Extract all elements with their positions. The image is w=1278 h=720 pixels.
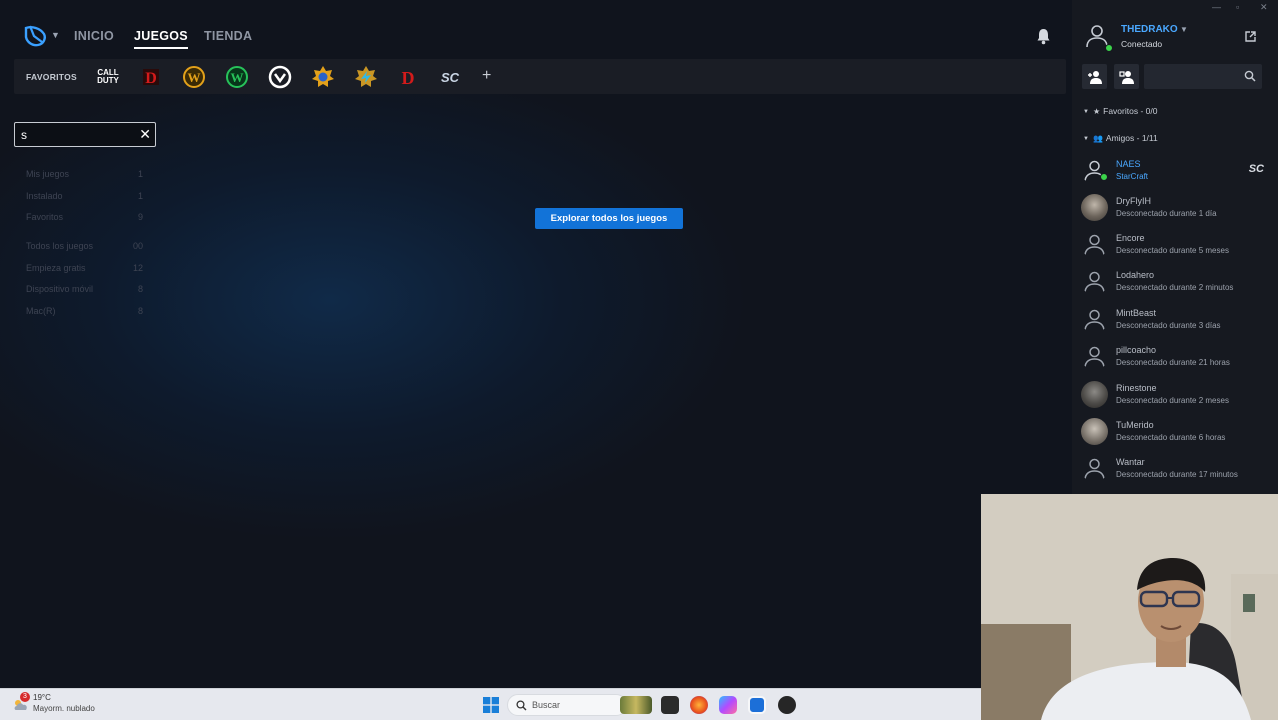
star-icon: ★	[1092, 107, 1101, 116]
fav-world-of-warcraft-icon[interactable]: W	[181, 64, 207, 90]
friend-row[interactable]: Rinestone Desconectado durante 2 meses	[1080, 378, 1270, 412]
clear-search-icon[interactable]: ✕	[139, 126, 151, 143]
tab-juegos[interactable]: JUEGOS	[134, 29, 188, 49]
filter-mac[interactable]: Mac(R) 8	[26, 306, 146, 316]
windows-start-icon[interactable]	[483, 697, 499, 713]
fav-hearthstone-icon[interactable]	[310, 64, 336, 90]
external-link-icon[interactable]	[1244, 30, 1257, 43]
favorites-label: FAVORITOS	[26, 72, 78, 82]
filter-todos-los-juegos[interactable]: Todos los juegos 00	[26, 241, 146, 251]
fav-call-of-duty-icon[interactable]: CALL DUTY	[95, 64, 121, 90]
weather-temperature: 19°C	[33, 693, 51, 702]
taskbar: 3 19°C Mayorm. nublado Buscar	[0, 688, 981, 720]
friend-search-box[interactable]	[1144, 64, 1262, 89]
game-search-input[interactable]	[21, 127, 133, 143]
taskbar-search[interactable]: Buscar	[507, 694, 627, 716]
app-taskbar-icon[interactable]	[778, 696, 796, 714]
game-search-box[interactable]: ✕	[14, 122, 156, 147]
svg-text:D: D	[145, 70, 157, 87]
close-window-icon[interactable]: ✕	[1260, 2, 1268, 13]
favorites-section[interactable]: ▼ ★ Favoritos - 0/0	[1083, 106, 1157, 116]
user-menu-chevron-icon[interactable]: ▼	[1180, 25, 1188, 34]
filter-favoritos[interactable]: Favoritos 9	[26, 212, 146, 222]
friend-photo-avatar	[1081, 194, 1108, 221]
svg-text:D: D	[402, 68, 415, 88]
copilot-icon[interactable]	[719, 696, 737, 714]
task-view-icon[interactable]	[661, 696, 679, 714]
friend-online-indicator	[1100, 173, 1108, 181]
friend-row[interactable]: TuMerido Desconectado durante 6 horas	[1080, 415, 1270, 449]
fav-wow-classic-icon[interactable]: W	[224, 64, 250, 90]
weather-alert-badge: 3	[20, 692, 30, 702]
friend-row[interactable]: Encore Desconectado durante 5 meses	[1080, 228, 1270, 262]
search-icon	[516, 700, 527, 711]
friend-avatar-icon	[1084, 234, 1105, 257]
webcam-overlay	[981, 494, 1278, 720]
add-friend-icon	[1087, 70, 1102, 84]
friend-search-input[interactable]	[1150, 69, 1240, 84]
friend-photo-avatar	[1081, 418, 1108, 445]
battlenet-logo-icon[interactable]	[22, 24, 48, 48]
collapse-triangle-icon: ▼	[1083, 109, 1089, 115]
friend-row[interactable]: Wantar Desconectado durante 17 minutos	[1080, 452, 1270, 486]
friend-row[interactable]: pillcoacho Desconectado durante 21 horas	[1080, 340, 1270, 374]
maximize-icon[interactable]: ▫	[1236, 2, 1239, 12]
starcraft-game-icon: SC	[1248, 163, 1264, 175]
filter-empieza-gratis[interactable]: Empieza gratis 12	[26, 263, 146, 273]
battlenet-taskbar-icon[interactable]	[748, 696, 766, 714]
user-online-indicator	[1105, 44, 1113, 52]
fav-diablo-iv-icon[interactable]: D	[138, 64, 164, 90]
friend-row[interactable]: MintBeast Desconectado durante 3 días	[1080, 303, 1270, 337]
create-group-button[interactable]	[1114, 64, 1139, 89]
friend-avatar-icon	[1084, 309, 1105, 332]
weather-description: Mayorm. nublado	[33, 704, 95, 713]
user-name[interactable]: THEDRAKO	[1121, 24, 1178, 35]
friend-avatar-icon	[1084, 346, 1105, 369]
friend-row[interactable]: NAES StarCraft SC	[1080, 154, 1270, 188]
friend-avatar-icon	[1084, 458, 1105, 481]
firefox-icon[interactable]	[690, 696, 708, 714]
svg-text:W: W	[188, 70, 201, 85]
add-favorite-button[interactable]: +	[482, 67, 491, 85]
svg-text:W: W	[231, 70, 244, 85]
search-icon	[1244, 70, 1256, 82]
favorites-bar: FAVORITOS CALL DUTY D W W D SC +	[14, 59, 1066, 94]
explore-all-games-button[interactable]: Explorar todos los juegos	[535, 208, 683, 229]
people-icon: 👥	[1092, 134, 1103, 143]
fav-starcraft-icon[interactable]: SC	[437, 64, 463, 90]
bell-icon[interactable]	[1035, 27, 1052, 45]
tab-inicio[interactable]: INICIO	[74, 29, 114, 43]
tab-tienda[interactable]: TIENDA	[204, 29, 252, 43]
filter-instalado[interactable]: Instalado 1	[26, 191, 146, 201]
filter-mis-juegos[interactable]: Mis juegos 1	[26, 169, 146, 179]
friend-avatar-icon	[1084, 271, 1105, 294]
add-friend-button[interactable]	[1082, 64, 1107, 89]
logo-chevron-down-icon[interactable]: ▼	[51, 30, 60, 40]
friends-section[interactable]: ▼ 👥 Amigos - 1/11	[1083, 133, 1158, 143]
group-icon	[1118, 70, 1134, 84]
fav-heroes-of-the-storm-icon[interactable]	[353, 64, 379, 90]
friend-row[interactable]: Lodahero Desconectado durante 2 minutos	[1080, 265, 1270, 299]
minimize-icon[interactable]: —	[1212, 2, 1221, 12]
filter-dispositivo-movil[interactable]: Dispositivo móvil 8	[26, 284, 146, 294]
top-nav: ▼ INICIO JUEGOS TIENDA	[0, 0, 1072, 58]
user-status: Conectado	[1121, 39, 1163, 49]
fav-overwatch-icon[interactable]	[267, 64, 293, 90]
friend-photo-avatar	[1081, 381, 1108, 408]
collapse-triangle-icon: ▼	[1083, 136, 1089, 142]
webcam-person-image	[981, 494, 1278, 720]
friend-row[interactable]: DryFlyIH Desconectado durante 1 día	[1080, 191, 1270, 225]
taskbar-widget-image-icon[interactable]	[620, 696, 652, 714]
fav-diablo-iii-icon[interactable]: D	[395, 64, 421, 90]
